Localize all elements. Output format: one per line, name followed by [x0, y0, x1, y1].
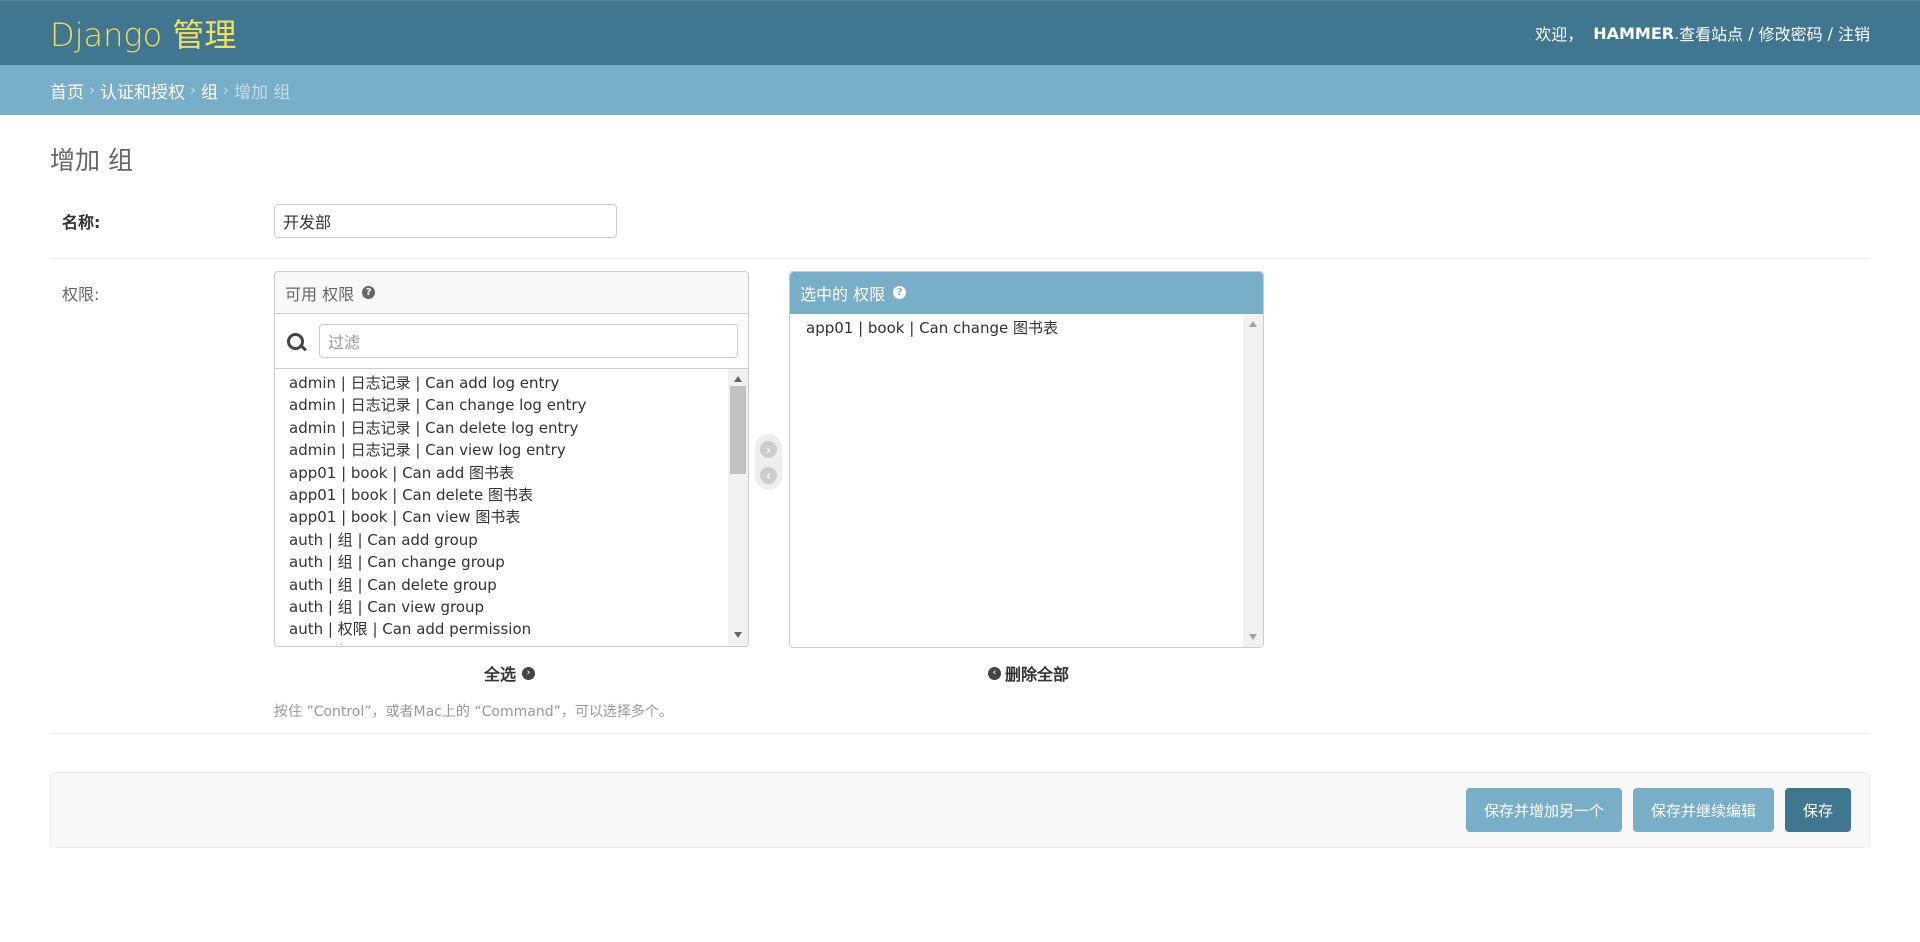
separator: / — [1748, 23, 1754, 43]
list-item[interactable]: admin | 日志记录 | Can add log entry — [289, 372, 748, 394]
available-header: 可用 权限 ? — [275, 272, 748, 314]
main-content: 增加 组 名称: 开发部 权限: 可用 权限 ? 过滤 admin | 日志记录… — [0, 115, 1920, 848]
logout-link[interactable]: 注销 — [1838, 21, 1870, 45]
breadcrumb-model[interactable]: 组 — [201, 78, 218, 103]
list-item[interactable]: auth | 组 | Can change group — [289, 551, 748, 573]
chosen-header: 选中的 权限 ? — [790, 272, 1263, 314]
chosen-title: 选中的 权限 — [800, 284, 886, 304]
breadcrumb-current: 增加 组 — [234, 82, 291, 103]
choose-all-label: 全选 — [484, 665, 517, 684]
name-label: 名称: — [62, 212, 101, 232]
clear-all-link[interactable]: ‹ 删除全部 — [988, 661, 1069, 685]
list-item[interactable]: auth | 权限 | Can change permission — [289, 641, 748, 645]
save-button[interactable]: 保存 — [1784, 788, 1851, 832]
question-circle-icon[interactable]: ? — [893, 286, 907, 299]
scroll-down-arrow-icon[interactable] — [734, 632, 742, 638]
separator: / — [1827, 23, 1833, 43]
help-text: 按住 ”Control”，或者Mac上的 “Command”，可以选择多个。 — [274, 704, 673, 720]
filter-row: 过滤 — [275, 314, 748, 369]
save-add-another-button[interactable]: 保存并增加另一个 — [1465, 788, 1622, 832]
chosen-scrollbar[interactable] — [1243, 314, 1263, 647]
permissions-label: 权限: — [62, 285, 100, 304]
scroll-down-arrow-icon[interactable] — [1249, 634, 1257, 640]
breadcrumb-arrow: › — [223, 81, 229, 99]
name-row: 名称: 开发部 — [50, 183, 1870, 259]
add-arrow-right-circle-icon[interactable]: › — [760, 441, 777, 458]
welcome-text: 欢迎， — [1535, 25, 1584, 44]
change-password-link[interactable]: 修改密码 — [1759, 21, 1823, 45]
chosen-permissions-box: 选中的 权限 ? app01 | book | Can change 图书表 — [789, 271, 1264, 648]
available-scrollbar[interactable] — [728, 369, 748, 645]
list-item[interactable]: auth | 组 | Can view group — [289, 596, 748, 618]
submit-row: 保存并增加另一个 保存并继续编辑 保存 — [50, 772, 1870, 848]
clear-all-label: 删除全部 — [1005, 665, 1070, 684]
chosen-list-area: app01 | book | Can change 图书表 — [790, 314, 1263, 647]
site-brand[interactable]: Django 管理 — [50, 10, 236, 56]
breadcrumb-home[interactable]: 首页 — [50, 78, 84, 103]
available-list-area: admin | 日志记录 | Can add log entry admin | … — [275, 369, 748, 645]
breadcrumb-arrow: › — [89, 81, 95, 99]
view-site-link[interactable]: 查看站点 — [1679, 21, 1743, 45]
save-continue-button[interactable]: 保存并继续编辑 — [1632, 788, 1774, 832]
header: Django 管理 欢迎， HAMMER. 查看站点 / 修改密码 / 注销 — [0, 0, 1920, 65]
list-item[interactable]: app01 | book | Can view 图书表 — [289, 506, 748, 528]
list-item[interactable]: admin | 日志记录 | Can view log entry — [289, 439, 748, 461]
list-item[interactable]: auth | 组 | Can add group — [289, 529, 748, 551]
name-input[interactable]: 开发部 — [274, 203, 617, 238]
list-item[interactable]: auth | 权限 | Can add permission — [289, 618, 748, 640]
filter-input[interactable]: 过滤 — [319, 324, 738, 358]
available-list[interactable]: admin | 日志记录 | Can add log entry admin | … — [275, 369, 748, 645]
search-icon — [285, 330, 307, 352]
arrow-right-circle-icon: › — [522, 666, 536, 680]
question-circle-icon[interactable]: ? — [362, 286, 376, 299]
scroll-thumb[interactable] — [730, 386, 746, 474]
list-item[interactable]: admin | 日志记录 | Can delete log entry — [289, 417, 748, 439]
breadcrumb-app[interactable]: 认证和授权 — [100, 78, 185, 103]
selector-mover: › ‹ — [755, 434, 782, 490]
list-item[interactable]: app01 | book | Can delete 图书表 — [289, 484, 748, 506]
breadcrumb: 首页 › 认证和授权 › 组 › 增加 组 — [0, 65, 1920, 115]
permissions-selector: 可用 权限 ? 过滤 admin | 日志记录 | Can add log en… — [274, 271, 1264, 734]
choose-all-link[interactable]: 全选 › — [484, 661, 536, 685]
list-item[interactable]: app01 | book | Can change 图书表 — [804, 317, 1263, 339]
scroll-up-arrow-icon[interactable] — [734, 376, 742, 382]
list-item[interactable]: admin | 日志记录 | Can change log entry — [289, 394, 748, 416]
chosen-list[interactable]: app01 | book | Can change 图书表 — [790, 314, 1263, 339]
list-item[interactable]: app01 | book | Can add 图书表 — [289, 462, 748, 484]
available-title: 可用 权限 — [285, 284, 355, 304]
remove-arrow-left-circle-icon[interactable]: ‹ — [760, 467, 777, 484]
permissions-row: 权限: 可用 权限 ? 过滤 admin | 日志记录 | Can add lo… — [50, 259, 1870, 734]
user-tools: 欢迎， HAMMER. 查看站点 / 修改密码 / 注销 — [1535, 21, 1870, 45]
scroll-up-arrow-icon[interactable] — [1249, 321, 1257, 327]
page-title: 增加 组 — [50, 146, 133, 175]
arrow-left-circle-icon: ‹ — [988, 666, 1001, 680]
username: HAMMER — [1593, 23, 1675, 43]
breadcrumb-arrow: › — [190, 81, 196, 99]
available-permissions-box: 可用 权限 ? 过滤 admin | 日志记录 | Can add log en… — [274, 271, 749, 647]
list-item[interactable]: auth | 组 | Can delete group — [289, 574, 748, 596]
